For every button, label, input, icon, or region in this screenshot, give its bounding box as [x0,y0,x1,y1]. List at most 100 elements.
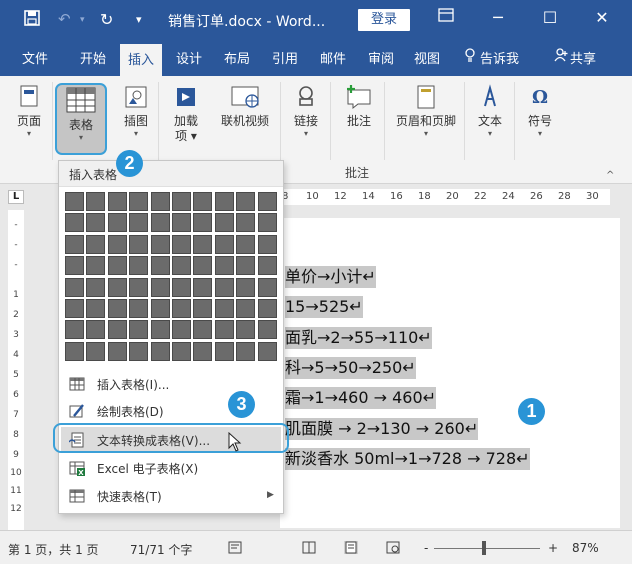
text-button[interactable]: 文本 ▾ [470,84,510,139]
table-grid-cell[interactable] [150,320,170,340]
table-grid-cell[interactable] [172,277,191,297]
table-grid-cell[interactable] [214,341,234,361]
tab-view[interactable]: 视图 [414,48,440,67]
table-grid-cell[interactable] [86,256,106,276]
zoom-level[interactable]: 87% [572,541,599,555]
table-grid-cell[interactable] [129,299,149,318]
table-grid-cell[interactable] [150,256,170,276]
customize-toolbar-icon[interactable]: ▾ [136,13,142,26]
web-layout-icon[interactable] [386,541,400,554]
tab-review[interactable]: 审阅 [368,48,394,67]
table-grid-cell[interactable] [86,234,106,254]
table-grid-cell[interactable] [172,213,191,233]
header-footer-button[interactable]: 页眉和页脚 ▾ [390,84,462,139]
repeat-icon[interactable]: ↻ [100,10,113,29]
table-grid-cell[interactable] [129,320,149,340]
table-grid-cell[interactable] [107,299,127,318]
tab-insert[interactable]: 插入 [120,44,163,76]
table-grid-cell[interactable] [65,256,84,276]
table-grid-cell[interactable] [65,192,84,211]
table-grid-cell[interactable] [172,192,191,211]
table-grid-cell[interactable] [193,256,213,276]
table-grid-cell[interactable] [257,234,277,254]
ribbon-display-options-icon[interactable] [434,8,458,26]
table-grid-cell[interactable] [236,213,256,233]
table-grid-cell[interactable] [257,256,277,276]
table-grid-cell[interactable] [193,299,213,318]
table-grid-cell[interactable] [107,213,127,233]
document-line[interactable]: 霜→1→460 → 460↵ [285,387,437,409]
print-layout-icon[interactable] [344,541,358,554]
maximize-icon[interactable]: ☐ [538,8,562,27]
table-grid-cell[interactable] [150,341,170,361]
undo-dropdown-icon[interactable]: ▾ [80,15,85,25]
table-grid-cell[interactable] [193,192,213,211]
tab-home[interactable]: 开始 [80,48,106,67]
table-grid-cell[interactable] [172,234,191,254]
table-grid-cell[interactable] [65,341,84,361]
table-grid-cell[interactable] [193,341,213,361]
table-grid-cell[interactable] [236,341,256,361]
document-line[interactable]: 科→5→50→250↵ [285,357,416,379]
table-grid-cell[interactable] [65,299,84,318]
table-grid-cell[interactable] [129,341,149,361]
table-grid-cell[interactable] [172,320,191,340]
table-grid-cell[interactable] [214,299,234,318]
table-grid-cell[interactable] [107,341,127,361]
table-grid-cell[interactable] [236,192,256,211]
document-line[interactable]: 单价→小计↵ [285,266,376,288]
vertical-ruler[interactable]: - - - 1 2 3 4 5 6 7 8 9 10 11 12 [0,210,30,530]
table-grid-cell[interactable] [214,277,234,297]
table-grid-cell[interactable] [129,277,149,297]
menu-item-quick-tables[interactable]: 快速表格(T) ▶ [61,483,281,509]
table-grid-cell[interactable] [107,320,127,340]
table-grid-cell[interactable] [129,234,149,254]
read-mode-icon[interactable] [302,541,316,554]
table-grid-cell[interactable] [257,320,277,340]
table-grid-cell[interactable] [86,320,106,340]
save-icon[interactable] [24,10,40,30]
online-video-button[interactable]: 联机视频 [214,84,276,129]
table-grid-cell[interactable] [214,192,234,211]
login-button[interactable]: 登录 [358,9,410,31]
table-grid-cell[interactable] [150,213,170,233]
document-line[interactable]: 肌面膜 → 2→130 → 260↵ [285,418,479,440]
table-grid-cell[interactable] [65,234,84,254]
table-grid-cell[interactable] [107,256,127,276]
table-grid-cell[interactable] [107,234,127,254]
addins-button[interactable]: 加载 项 ▾ [164,84,208,144]
table-grid-cell[interactable] [236,277,256,297]
table-grid-cell[interactable] [193,320,213,340]
table-grid-cell[interactable] [257,341,277,361]
document-line[interactable]: 面乳→2→55→110↵ [285,327,432,349]
table-grid-cell[interactable] [86,277,106,297]
table-grid-cell[interactable] [214,256,234,276]
illustration-button[interactable]: 插图 ▾ [114,84,158,139]
zoom-slider-thumb[interactable] [482,541,486,555]
collapse-ribbon-icon[interactable]: ^ [606,170,614,181]
table-grid-cell[interactable] [214,320,234,340]
close-icon[interactable]: ✕ [590,8,614,27]
document-line[interactable]: 新淡香水 50ml→1→728 → 728↵ [285,448,530,470]
document-line[interactable]: 15→525↵ [285,296,363,318]
zoom-in-button[interactable]: + [548,541,558,555]
table-grid-cell[interactable] [150,234,170,254]
table-grid-cell[interactable] [257,192,277,211]
word-count[interactable]: 71/71 个字 [130,541,192,558]
table-grid-cell[interactable] [172,341,191,361]
page-count[interactable]: 第 1 页，共 1 页 [8,541,99,558]
tab-design[interactable]: 设计 [176,48,202,67]
tab-mailings[interactable]: 邮件 [320,48,346,67]
table-grid-cell[interactable] [65,213,84,233]
comment-button[interactable]: 批注 [338,84,380,129]
undo-icon[interactable]: ↶ [58,10,71,28]
table-grid-cell[interactable] [86,341,106,361]
table-grid-cell[interactable] [65,320,84,340]
table-grid-cell[interactable] [172,256,191,276]
table-grid-cell[interactable] [129,213,149,233]
table-grid-cell[interactable] [257,277,277,297]
table-grid-cell[interactable] [129,192,149,211]
table-grid-cell[interactable] [65,277,84,297]
tab-selector[interactable]: L [8,190,24,204]
table-grid-cell[interactable] [150,277,170,297]
